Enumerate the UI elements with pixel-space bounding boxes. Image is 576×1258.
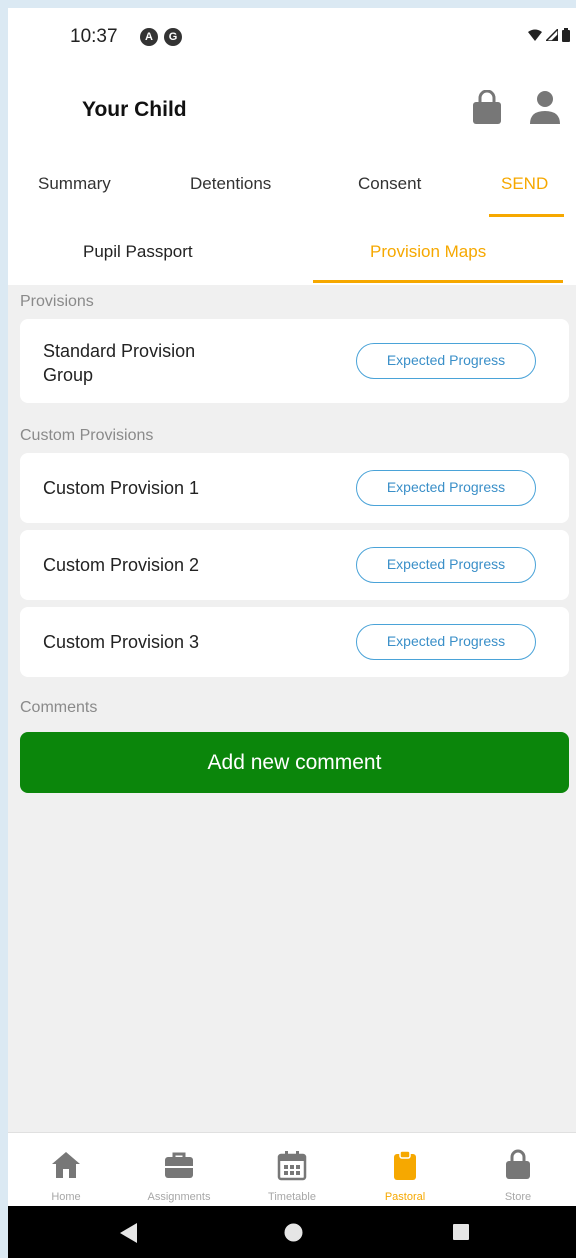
active-tab-indicator (489, 214, 564, 217)
status-badge[interactable]: Expected Progress (356, 547, 536, 583)
bottom-nav: Home Assignments Timetable Pastoral Stor… (8, 1132, 576, 1207)
section-label-custom-provisions: Custom Provisions (20, 427, 154, 444)
tab-bar: Summary Detentions Consent SEND (8, 150, 576, 218)
tab-summary[interactable]: Summary (38, 174, 111, 194)
custom-provision-card[interactable]: Custom Provision 2 Expected Progress (20, 530, 569, 600)
nav-pastoral[interactable]: Pastoral (350, 1133, 460, 1207)
provision-name: Custom Provision 2 (43, 555, 200, 575)
subtab-pupil-passport[interactable]: Pupil Passport (83, 242, 193, 262)
back-icon[interactable] (120, 1223, 138, 1243)
add-comment-button[interactable]: Add new comment (20, 732, 569, 793)
nav-label: Assignments (147, 1191, 211, 1203)
page-title: Your Child (82, 98, 187, 121)
notification-icon: A (140, 28, 158, 46)
phone-screen: 10:37 A G Your Child Summary Detentions … (8, 8, 576, 1258)
nav-label: Store (504, 1191, 532, 1203)
system-nav-bar (8, 1206, 576, 1258)
recents-icon[interactable] (453, 1224, 469, 1240)
custom-provision-card[interactable]: Custom Provision 3 Expected Progress (20, 607, 569, 677)
tab-detentions[interactable]: Detentions (190, 174, 271, 194)
status-bar: 10:37 A G (8, 8, 576, 64)
clipboard-icon (394, 1150, 416, 1180)
section-label-comments: Comments (20, 699, 98, 716)
notification-icon: G (164, 28, 182, 46)
app-header: Your Child (8, 64, 576, 150)
nav-label: Timetable (268, 1191, 316, 1203)
wifi-icon (528, 29, 542, 41)
provision-name: Custom Provision 3 (43, 632, 200, 652)
section-label-provisions: Provisions (20, 293, 94, 310)
shopping-bag-icon[interactable] (470, 90, 504, 126)
status-time: 10:37 (70, 26, 118, 47)
subtab-provision-maps[interactable]: Provision Maps (370, 242, 486, 262)
active-subtab-indicator (313, 280, 563, 283)
status-badge[interactable]: Expected Progress (356, 343, 536, 379)
shopping-bag-icon (506, 1149, 530, 1179)
subtab-bar: Pupil Passport Provision Maps (8, 218, 576, 285)
home-icon (52, 1152, 80, 1178)
status-icons (528, 28, 570, 42)
nav-home[interactable]: Home (11, 1133, 121, 1207)
nav-label: Home (51, 1191, 81, 1203)
provision-name: Custom Provision 1 (43, 478, 200, 498)
provision-card[interactable]: Standard Provision Group Expected Progre… (20, 319, 569, 403)
status-badge[interactable]: Expected Progress (356, 624, 536, 660)
provision-name: Standard Provision Group (43, 341, 196, 385)
status-badge[interactable]: Expected Progress (356, 470, 536, 506)
briefcase-icon (165, 1152, 193, 1178)
nav-timetable[interactable]: Timetable (237, 1133, 347, 1207)
signal-icon (546, 29, 558, 41)
nav-assignments[interactable]: Assignments (124, 1133, 234, 1207)
battery-icon (562, 28, 570, 42)
home-circle-icon[interactable] (284, 1223, 303, 1242)
profile-icon[interactable] (528, 90, 562, 126)
calendar-icon (277, 1151, 307, 1181)
nav-store[interactable]: Store (463, 1133, 573, 1207)
tab-send[interactable]: SEND (501, 174, 548, 194)
tab-consent[interactable]: Consent (358, 174, 421, 194)
nav-label: Pastoral (384, 1191, 426, 1203)
custom-provision-card[interactable]: Custom Provision 1 Expected Progress (20, 453, 569, 523)
